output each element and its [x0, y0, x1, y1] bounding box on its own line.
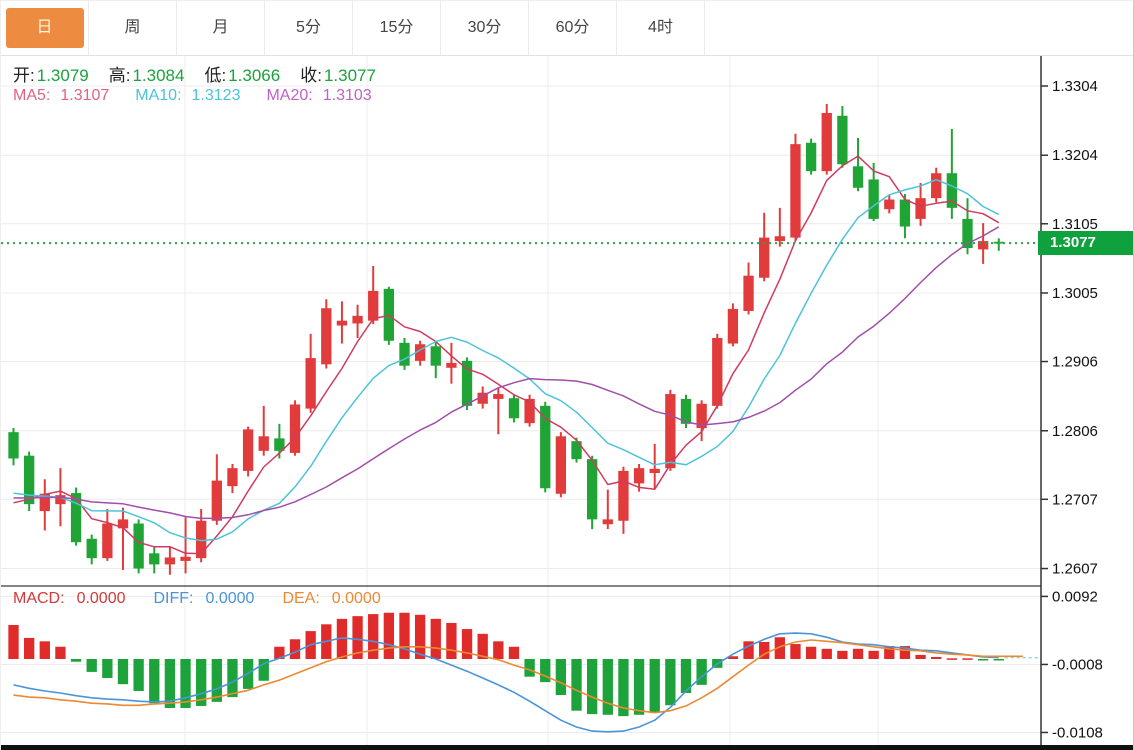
svg-text:1.2806: 1.2806: [1052, 423, 1098, 440]
low-value: 1.3066: [228, 66, 280, 85]
ma20-label: MA20:: [266, 87, 312, 104]
trading-chart-app: 日 周 月 5分 15分 30分 60分 4时 1.33041.32041.31…: [0, 0, 1134, 750]
svg-text:0.0092: 0.0092: [1052, 588, 1098, 605]
svg-text:-0.0108: -0.0108: [1052, 724, 1103, 741]
diff-label: DIFF:: [154, 590, 194, 607]
ma10-label: MA10:: [135, 87, 181, 104]
macd-value: 0.0000: [77, 590, 126, 607]
ma5-value: 1.3107: [60, 87, 109, 104]
ma5-label: MA5:: [13, 87, 50, 104]
close-value: 1.3077: [324, 66, 376, 85]
macd-readout: MACD: 0.0000 DIFF: 0.0000 DEA: 0.0000: [13, 590, 393, 608]
svg-text:1.3005: 1.3005: [1052, 285, 1098, 302]
ma20-value: 1.3103: [323, 87, 372, 104]
axis-layer: 1.33041.32041.31051.30051.29061.28061.27…: [1, 56, 1134, 750]
dea-value: 0.0000: [332, 590, 381, 607]
ma-readout: MA5: 1.3107 MA10: 1.3123 MA20: 1.3103: [13, 87, 382, 105]
svg-text:1.2707: 1.2707: [1052, 491, 1098, 508]
dea-label: DEA:: [282, 590, 319, 607]
current-price-badge: 1.3077: [1038, 231, 1134, 255]
macd-layer: [8, 613, 1041, 732]
open-value: 1.3079: [37, 66, 89, 85]
diff-value: 0.0000: [206, 590, 255, 607]
grid-layer: [1, 56, 1041, 745]
svg-text:1.3304: 1.3304: [1052, 78, 1098, 95]
ohlc-readout: 开:1.3079 高:1.3084 低:1.3066 收:1.3077: [13, 61, 396, 86]
svg-text:1.2906: 1.2906: [1052, 354, 1098, 371]
ma10-value: 1.3123: [192, 87, 241, 104]
close-label: 收:: [300, 66, 322, 85]
chart-canvas[interactable]: 1.33041.32041.31051.30051.29061.28061.27…: [1, 1, 1134, 750]
high-label: 高:: [109, 66, 131, 85]
low-label: 低:: [204, 66, 226, 85]
svg-text:1.3204: 1.3204: [1052, 147, 1098, 164]
svg-text:1.2607: 1.2607: [1052, 561, 1098, 578]
svg-text:-0.0008: -0.0008: [1052, 656, 1103, 673]
open-label: 开:: [13, 66, 35, 85]
high-value: 1.3084: [132, 66, 184, 85]
candlestick-layer: [1, 104, 1041, 575]
macd-label: MACD:: [13, 590, 65, 607]
